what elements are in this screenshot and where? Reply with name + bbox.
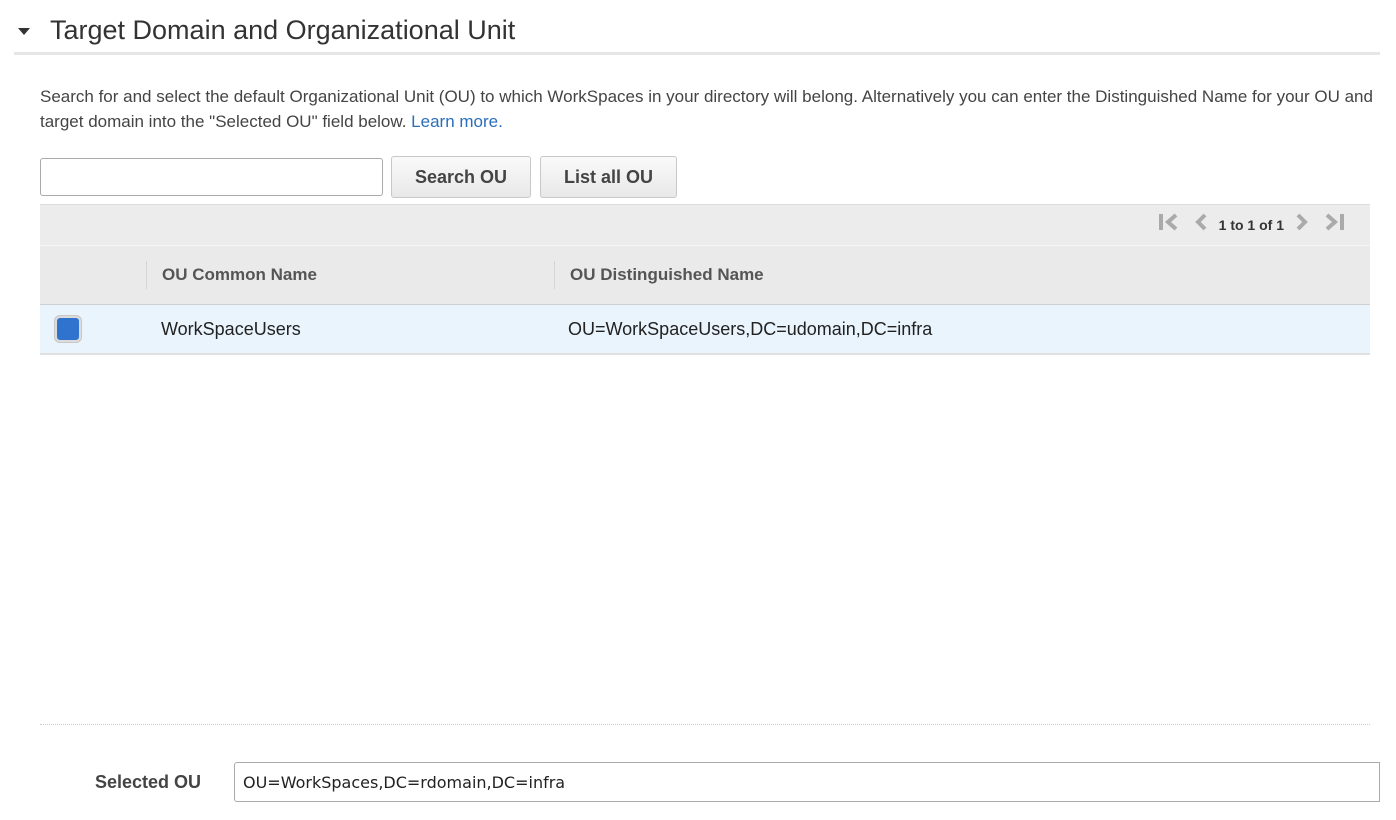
pagination-label: 1 to 1 of 1 (1218, 217, 1284, 233)
ou-search-input[interactable] (40, 158, 383, 196)
learn-more-link[interactable]: Learn more. (411, 112, 503, 131)
description-text: Search for and select the default Organi… (40, 87, 1373, 131)
table-row[interactable]: WorkSpaceUsers OU=WorkSpaceUsers,DC=udom… (40, 305, 1370, 355)
table-header: OU Common Name OU Distinguished Name (40, 246, 1370, 305)
next-page-icon[interactable] (1294, 212, 1310, 238)
row-select-cell (40, 316, 146, 342)
selected-ou-label: Selected OU (95, 772, 202, 792)
first-page-icon[interactable] (1157, 212, 1181, 238)
header-ou-distinguished-name[interactable]: OU Distinguished Name (554, 261, 1370, 289)
ou-distinguished-name-cell: OU=WorkSpaceUsers,DC=udomain,DC=infra (568, 318, 933, 339)
ou-table: 1 to 1 of 1 OU Common Name OU Distinguis… (40, 204, 1370, 355)
divider (40, 724, 1370, 725)
prev-page-icon[interactable] (1193, 212, 1209, 238)
header-select-column (40, 261, 146, 289)
search-ou-button[interactable]: Search OU (391, 156, 531, 198)
section-header[interactable]: Target Domain and Organizational Unit (14, 8, 1380, 55)
pagination-bar: 1 to 1 of 1 (40, 204, 1370, 246)
section-title: Target Domain and Organizational Unit (50, 14, 516, 45)
selected-ou-input[interactable] (234, 762, 1380, 802)
list-all-ou-button[interactable]: List all OU (540, 156, 677, 198)
last-page-icon[interactable] (1322, 212, 1346, 238)
ou-common-name-cell: WorkSpaceUsers (161, 318, 301, 339)
caret-down-icon[interactable] (18, 27, 30, 35)
description: Search for and select the default Organi… (40, 84, 1380, 134)
header-ou-common-name[interactable]: OU Common Name (146, 261, 554, 289)
row-checkbox[interactable] (55, 316, 81, 342)
